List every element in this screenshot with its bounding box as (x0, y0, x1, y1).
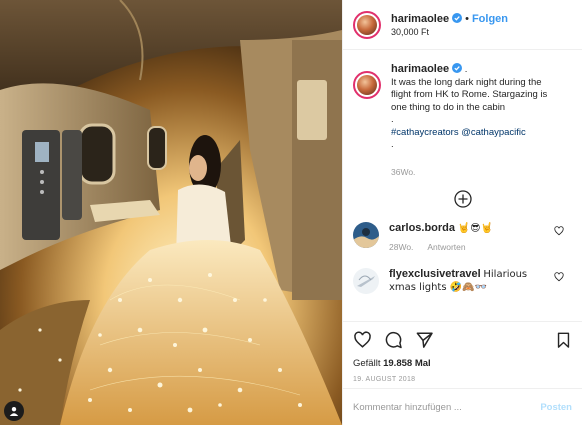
caption: harimaolee . It was the long dark night … (343, 51, 582, 178)
reply-button[interactable]: Antworten (427, 242, 465, 252)
caption-trailing: . (391, 139, 394, 150)
comment-time: 28Wo. (389, 242, 414, 252)
add-comment-bar: Posten (343, 388, 582, 425)
comment-input[interactable] (353, 401, 541, 413)
avatar[interactable] (353, 71, 381, 99)
caption-line: flight from HK to Rome. Stargazing is (391, 89, 548, 100)
caption-body: harimaolee . It was the long dark night … (391, 63, 563, 178)
header-username[interactable]: harimaolee (391, 13, 449, 25)
post-header: harimaolee • Folgen 30,000 Ft (343, 0, 582, 50)
cabin-photo-illustration (0, 0, 342, 425)
comment-username[interactable]: flyexclusivetravel (389, 268, 481, 280)
instagram-post: harimaolee • Folgen 30,000 Ft harimaolee .… (0, 0, 582, 425)
comment-meta: 28Wo. Antworten (389, 241, 549, 254)
comment-body: carlos.borda 🤘😎🤘 28Wo. Antworten (389, 222, 549, 254)
post-sidebar: harimaolee • Folgen 30,000 Ft harimaolee .… (342, 0, 582, 425)
caption-username[interactable]: harimaolee (391, 63, 449, 75)
add-circle-icon (453, 190, 472, 208)
caption-line: It was the long dark night during the (391, 76, 542, 88)
avatar[interactable] (353, 222, 379, 248)
likes-prefix: Gefällt (353, 358, 381, 369)
post-photo[interactable] (0, 0, 342, 425)
load-more-comments-button[interactable] (343, 190, 582, 208)
comment-body: flyexclusivetravel Hilarious xmas lights… (389, 268, 549, 294)
caption-line: . (391, 114, 394, 125)
separator-dot: • (465, 12, 469, 25)
location-label[interactable]: 30,000 Ft (391, 26, 508, 39)
follow-button[interactable]: Folgen (472, 13, 508, 25)
comment-icon[interactable] (384, 331, 403, 349)
comment-text: 🤘😎🤘 (457, 223, 493, 234)
user-tag-icon[interactable] (4, 401, 24, 421)
bookmark-icon[interactable] (555, 331, 572, 349)
caption-time: 36Wo. (391, 166, 416, 177)
verified-icon (452, 12, 463, 23)
post-button[interactable]: Posten (540, 402, 572, 413)
share-icon[interactable] (415, 331, 434, 349)
post-actions: Gefällt 19.858 Mal 19. AUGUST 2018 (343, 321, 582, 383)
heart-icon[interactable] (554, 272, 564, 282)
action-icons (353, 330, 572, 350)
comment-username[interactable]: carlos.borda (389, 222, 455, 234)
likes-number: 19.858 (383, 358, 413, 369)
heart-icon[interactable] (554, 226, 564, 236)
verified-icon (452, 63, 463, 73)
heart-icon[interactable] (353, 331, 372, 349)
comment-item: carlos.borda 🤘😎🤘 28Wo. Antworten (343, 222, 582, 254)
avatar[interactable] (353, 268, 379, 294)
post-date[interactable]: 19. AUGUST 2018 (353, 376, 572, 383)
comments-section[interactable]: harimaolee . It was the long dark night … (343, 51, 582, 321)
caption-hashtags[interactable]: #cathaycreators @cathaypacific (391, 127, 563, 140)
likes-count[interactable]: Gefällt 19.858 Mal (353, 358, 572, 369)
avatar[interactable] (353, 10, 381, 39)
likes-suffix: Mal (414, 358, 431, 369)
comment-item: flyexclusivetravel Hilarious xmas lights… (343, 268, 582, 294)
caption-line: one thing to do in the cabin (391, 101, 506, 113)
header-meta: harimaolee • Folgen 30,000 Ft (391, 11, 508, 39)
